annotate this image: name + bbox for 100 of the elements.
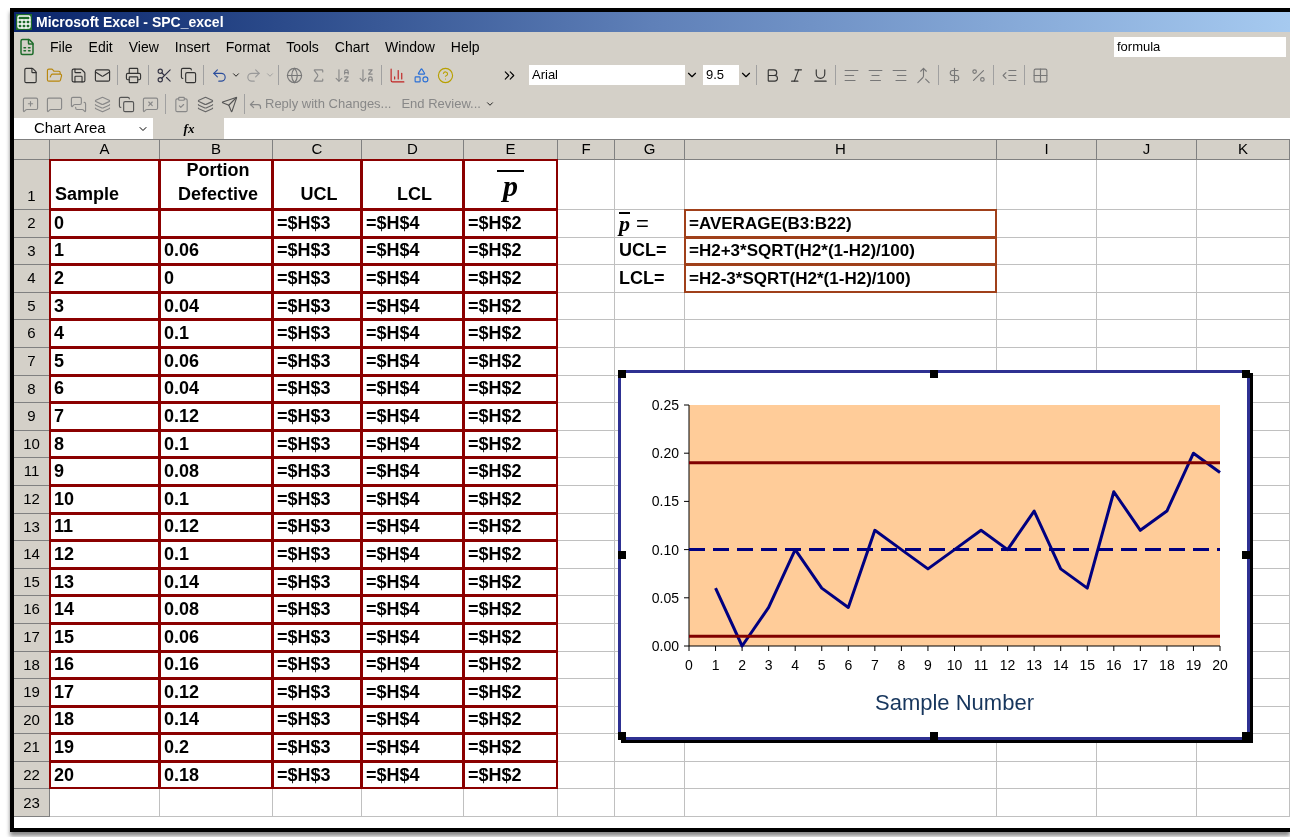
selection-handle[interactable] [618, 551, 626, 559]
row-header[interactable]: 18 [14, 651, 50, 680]
table-cell: =$H$3 [272, 540, 362, 569]
caret-icon[interactable] [231, 70, 241, 80]
column-header[interactable]: F [558, 140, 615, 160]
table-cell: =$H$2 [463, 374, 558, 404]
column-header[interactable]: H [685, 140, 997, 160]
grid-cell [558, 160, 615, 210]
table-cell: =$H$4 [361, 457, 464, 486]
menu-item[interactable]: Format [217, 36, 279, 58]
table-cell: =$H$2 [463, 512, 558, 542]
column-header[interactable]: E [464, 140, 558, 160]
menu-item[interactable]: View [120, 36, 167, 58]
menu-item[interactable]: Help [442, 36, 488, 58]
row-header[interactable]: 14 [14, 541, 50, 569]
table-cell: =$H$3 [272, 733, 362, 762]
row-header[interactable]: 7 [14, 347, 50, 376]
grid-cell [558, 458, 615, 486]
menu-item[interactable]: Chart [326, 36, 378, 58]
caret-icon[interactable] [484, 99, 495, 109]
table-cell: =$H$3 [272, 346, 362, 376]
selection-handle[interactable] [930, 732, 938, 740]
formula-label: UCL= [619, 239, 667, 263]
row-header[interactable]: 4 [14, 265, 50, 293]
column-header[interactable]: D [362, 140, 464, 160]
table-cell: =$H$3 [272, 705, 362, 735]
table-cell: =$H$2 [463, 733, 558, 762]
menu-item[interactable]: Window [377, 36, 443, 58]
row-header[interactable]: 10 [14, 430, 50, 459]
menu-item[interactable]: File [42, 36, 81, 58]
column-header[interactable]: A [50, 140, 160, 160]
x-tick-label: 15 [1079, 657, 1096, 673]
selection-handle[interactable] [930, 370, 938, 378]
row-header[interactable]: 13 [14, 513, 50, 542]
table-cell: =$H$2 [463, 705, 558, 735]
row-header[interactable]: 23 [14, 789, 50, 818]
table-cell: 17 [49, 678, 160, 707]
help-search-field[interactable]: formula [1114, 37, 1286, 57]
table-cell: =$H$2 [463, 622, 558, 652]
chart[interactable]: 0.00 0.05 0.10 0.15 0.20 0.25 0 1 2 3 4 5 6 7 8 9 10 11 12 13 14 15 16 17 18 19 20 Sample Number [618, 370, 1250, 740]
table-cell: 0.08 [159, 457, 273, 486]
selection-handle[interactable] [618, 732, 626, 740]
row-header[interactable]: 2 [14, 210, 50, 238]
function-label[interactable]: fx [183, 118, 195, 139]
row-header[interactable]: 15 [14, 568, 50, 597]
row-header[interactable]: 8 [14, 375, 50, 404]
workbook-icon [18, 38, 36, 56]
menu-item[interactable]: Tools [278, 36, 327, 58]
table-cell: 8 [49, 429, 160, 459]
grid-cell [558, 403, 615, 431]
row-header[interactable]: 22 [14, 761, 50, 790]
row-header[interactable]: 20 [14, 706, 50, 735]
column-header[interactable]: K [1197, 140, 1290, 160]
row-header[interactable]: 19 [14, 679, 50, 707]
column-header[interactable]: B [160, 140, 273, 160]
grid-cell [558, 375, 615, 404]
selection-handle[interactable] [1242, 732, 1250, 740]
selection-handle[interactable] [1242, 370, 1250, 378]
row-header[interactable]: 5 [14, 292, 50, 321]
table-cell: 3 [49, 291, 160, 321]
table-cell: 13 [49, 567, 160, 597]
menu-item[interactable]: Edit [80, 36, 121, 58]
grid-cell [558, 430, 615, 459]
column-header[interactable]: C [273, 140, 362, 160]
row-header[interactable]: 16 [14, 596, 50, 624]
select-all-button[interactable] [14, 140, 50, 160]
x-tick-label: 10 [946, 657, 963, 673]
row-header[interactable]: 21 [14, 734, 50, 762]
menu-item[interactable]: Insert [166, 36, 218, 58]
table-cell: =$H$4 [361, 402, 464, 431]
font-name-dropdown[interactable]: Arial [529, 65, 699, 85]
row-header[interactable]: 1 [14, 160, 50, 210]
column-header[interactable]: J [1097, 140, 1197, 160]
y-tick-label: 0.05 [651, 589, 679, 606]
row-header[interactable]: 6 [14, 320, 50, 348]
selection-handle[interactable] [618, 370, 626, 378]
row-header[interactable]: 9 [14, 403, 50, 431]
table-cell: =$H$4 [361, 512, 464, 542]
table-cell: =$H$4 [361, 622, 464, 652]
font-size-dropdown[interactable]: 9.5 [703, 65, 753, 85]
column-header[interactable]: G [615, 140, 685, 160]
grid-cell [558, 541, 615, 569]
table-cell: 0.14 [159, 567, 273, 597]
table-cell: =$H$3 [272, 622, 362, 652]
table-cell: =$H$4 [361, 705, 464, 735]
table-cell: 11 [49, 512, 160, 542]
row-header[interactable]: 17 [14, 623, 50, 652]
table-cell: =$H$3 [272, 484, 362, 514]
row-header[interactable]: 12 [14, 485, 50, 514]
table-cell: 0.06 [159, 346, 273, 376]
row-header[interactable]: 11 [14, 458, 50, 486]
x-tick-label: 2 [738, 657, 746, 673]
x-tick-label: 17 [1132, 657, 1149, 673]
table-cell: =$H$4 [361, 760, 464, 790]
row-header[interactable]: 3 [14, 237, 50, 266]
table-cell: 0.1 [159, 540, 273, 569]
table-cell: =$H$2 [463, 236, 558, 266]
selection-handle[interactable] [1242, 551, 1250, 559]
column-header[interactable]: I [997, 140, 1097, 160]
table-cell: 12 [49, 540, 160, 569]
